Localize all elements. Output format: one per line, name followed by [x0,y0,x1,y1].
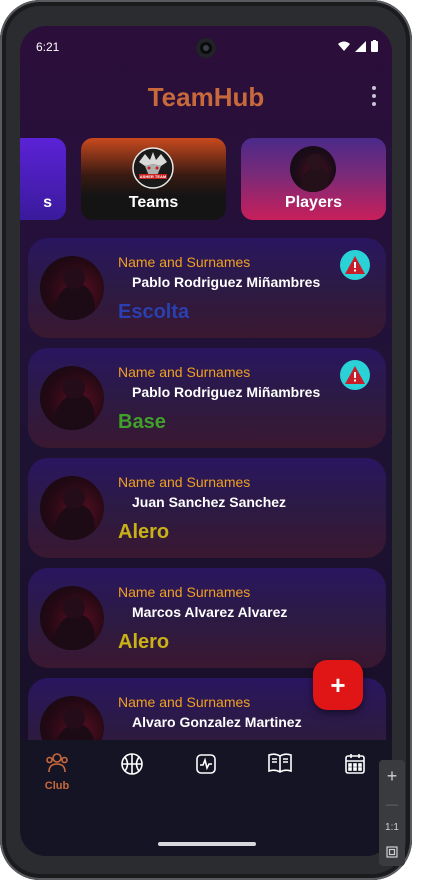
alert-icon[interactable] [340,360,370,390]
player-avatar-icon [290,146,336,192]
name-label: Name and Surnames [118,474,251,490]
app-title: TeamHub [147,82,265,112]
player-avatar [40,366,104,430]
signal-icon [355,40,366,52]
status-bar: 6:21 [20,26,392,66]
nav-item-stats[interactable] [176,752,236,776]
emulator-toolbar: + — 1:1 [379,760,405,866]
category-card-clubs[interactable]: s [20,138,66,220]
nav-item-playbook[interactable] [250,752,310,774]
category-card-players[interactable]: Players [241,138,386,220]
player-avatar [40,476,104,540]
ratio-button[interactable]: 1:1 [385,822,399,833]
alert-icon[interactable] [340,250,370,280]
nav-item-club[interactable]: Club [27,752,87,792]
name-label: Name and Surnames [118,364,251,380]
category-carousel: s ASHER TEAM Teams Players [20,138,392,220]
player-name: Marcos Alvarez Alvarez [132,604,288,620]
device-frame: 6:21 TeamHub s ASHER TEAM Teams Players … [0,0,412,880]
name-label: Name and Surnames [118,254,251,270]
category-card-teams[interactable]: ASHER TEAM Teams [81,138,226,220]
player-name: Pablo Rodriguez Miñambres [132,384,321,400]
nav-item-calendar[interactable] [325,752,385,776]
team-logo-icon: ASHER TEAM [132,147,174,189]
player-position: Base [118,411,166,433]
group-icon [46,753,68,773]
category-label: Players [285,194,342,211]
basketball-icon [121,753,143,775]
zoom-out-button[interactable]: — [386,798,398,810]
category-label: s [43,194,52,211]
player-card[interactable]: Name and Surnames Pablo Rodriguez Miñamb… [28,238,386,338]
zoom-in-button[interactable]: + [387,767,398,785]
nav-label-club: Club [44,780,70,792]
player-name: Juan Sanchez Sanchez [132,494,287,510]
phone-screen: 6:21 TeamHub s ASHER TEAM Teams Players … [20,26,392,856]
activity-icon [196,754,216,774]
more-options-icon[interactable] [370,86,378,106]
calendar-icon [345,754,365,774]
player-position: Escolta [118,301,190,323]
name-label: Name and Surnames [118,584,251,600]
player-position: Alero [118,521,170,543]
team-logo-text: ASHER TEAM [140,174,167,179]
player-avatar [40,586,104,650]
status-time: 6:21 [36,40,60,54]
name-label: Name and Surnames [118,694,251,710]
bottom-navigation: Club [20,740,392,856]
fit-screen-icon[interactable] [386,845,398,860]
player-name: Pablo Rodriguez Miñambres [132,274,321,290]
category-label: Teams [128,194,179,211]
system-icons [338,40,378,52]
nav-item-games[interactable] [102,752,162,776]
player-name: Alvaro Gonzalez Martinez [132,714,302,730]
add-player-button[interactable]: + [313,660,363,710]
player-card[interactable]: Name and Surnames Pablo Rodriguez Miñamb… [28,348,386,448]
player-avatar [40,256,104,320]
wifi-icon [338,41,350,51]
player-position: Alero [118,631,170,653]
player-card[interactable]: Name and Surnames Marcos Alvarez Alvarez… [28,568,386,668]
app-bar: TeamHub [20,74,392,124]
home-indicator[interactable] [158,842,256,846]
player-card[interactable]: Name and Surnames Juan Sanchez Sanchez A… [28,458,386,558]
battery-icon [371,40,378,52]
front-camera [196,38,216,58]
book-icon [268,753,292,773]
